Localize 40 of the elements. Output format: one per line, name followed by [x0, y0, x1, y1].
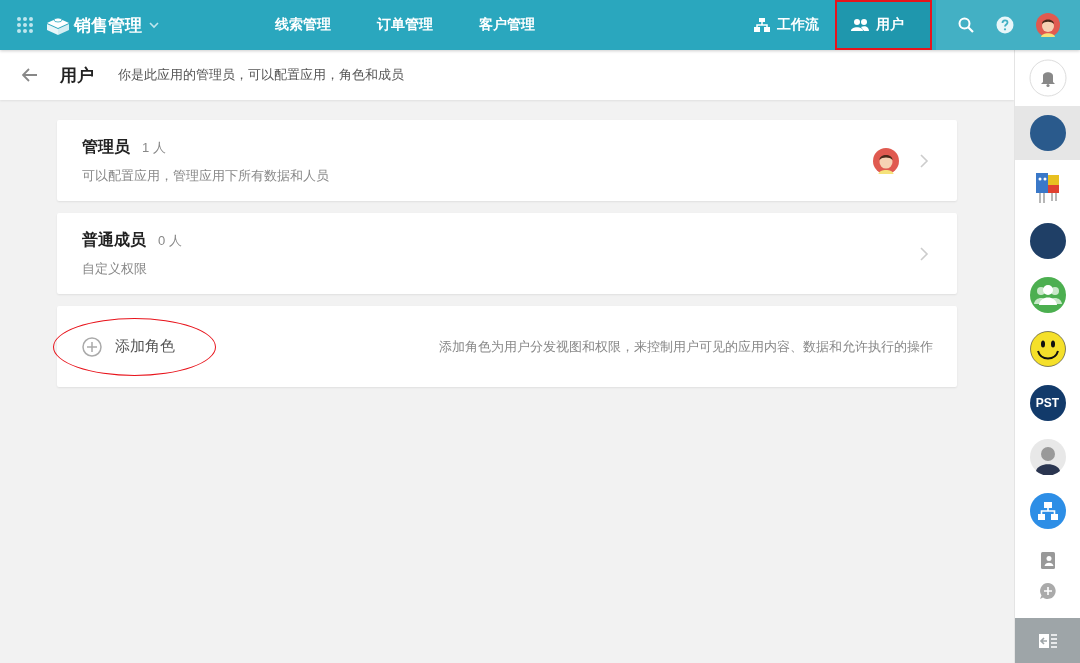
contact-book-icon[interactable] — [1040, 552, 1055, 569]
app-icon[interactable]: PST — [1029, 385, 1066, 421]
hierarchy-icon[interactable] — [1029, 493, 1066, 529]
photo-placeholder[interactable] — [1029, 115, 1066, 151]
add-role-hint: 添加角色为用户分发视图和权限，来控制用户可见的应用内容、数据和允许执行的操作 — [439, 337, 933, 356]
collapse-sidebar-button[interactable] — [1015, 618, 1080, 663]
chat-add-icon[interactable] — [1039, 583, 1056, 599]
role-card[interactable]: 普通成员 0 人 自定义权限 — [57, 213, 957, 294]
chevron-right-icon — [919, 152, 929, 169]
role-description: 自定义权限 — [82, 259, 148, 278]
member-count: 0 人 — [158, 231, 182, 250]
chevron-right-icon — [919, 245, 929, 262]
group-icon[interactable] — [1029, 277, 1066, 313]
people-icon — [851, 19, 869, 31]
help-icon[interactable] — [996, 16, 1014, 34]
photo-placeholder[interactable] — [1029, 223, 1066, 259]
role-name: 普通成员 — [82, 229, 146, 250]
hierarchy-icon — [754, 18, 770, 32]
avatar-icon[interactable] — [1036, 13, 1060, 37]
nav-tab[interactable]: 订单管理 — [354, 0, 456, 50]
member-count: 1 人 — [142, 138, 166, 157]
workflow-tab[interactable]: 工作流 — [738, 0, 835, 50]
app-grid-icon[interactable] — [16, 16, 34, 34]
nav-tab[interactable]: 线索管理 — [252, 0, 354, 50]
app-title[interactable]: 销售管理 — [74, 13, 142, 37]
plus-circle-icon — [82, 336, 102, 357]
back-arrow-icon[interactable] — [22, 68, 38, 82]
smiley-icon[interactable] — [1029, 331, 1066, 367]
nav-tab[interactable]: 客户管理 — [456, 0, 558, 50]
users-tab[interactable]: 用户 — [835, 0, 932, 50]
chevron-down-icon[interactable] — [148, 19, 160, 31]
page-title: 用户 — [60, 64, 94, 87]
collapse-icon — [1038, 633, 1057, 648]
person-silhouette-icon[interactable] — [1029, 439, 1066, 475]
role-card[interactable]: 管理员 1 人 可以配置应用，管理应用下所有数据和人员 — [57, 120, 957, 201]
role-description: 可以配置应用，管理应用下所有数据和人员 — [82, 166, 330, 185]
page-description: 你是此应用的管理员，可以配置应用，角色和成员 — [118, 66, 404, 84]
bell-icon[interactable] — [1028, 59, 1067, 97]
search-icon[interactable] — [958, 17, 974, 33]
role-name: 管理员 — [82, 136, 130, 157]
